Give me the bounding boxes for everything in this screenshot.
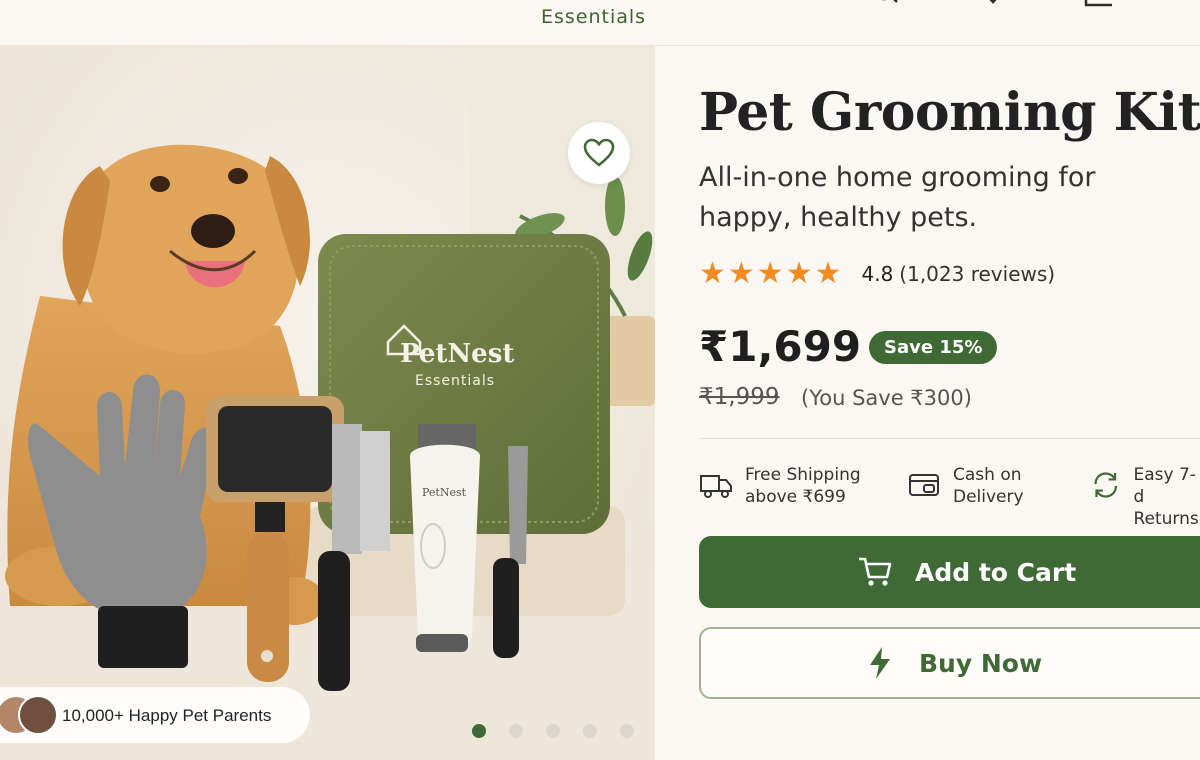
buy-now-label: Buy Now xyxy=(919,648,1043,678)
review-count[interactable]: (1,023 reviews) xyxy=(899,262,1055,286)
product-photo: PetNest Essentials PetNest xyxy=(0,46,655,760)
star-rating-icon: ★★★★★ xyxy=(699,257,844,290)
carousel-dot[interactable] xyxy=(620,724,634,738)
top-nav-bar: Essentials xyxy=(0,0,1200,46)
cart-icon xyxy=(859,557,892,586)
wishlist-button[interactable] xyxy=(568,122,630,184)
sale-price: ₹1,699 xyxy=(699,322,862,371)
social-proof-badge: 10,000+ Happy Pet Parents xyxy=(0,687,310,743)
kit-brand-label: PetNest xyxy=(400,339,514,369)
carousel-dots xyxy=(472,724,634,738)
cash-icon xyxy=(909,474,939,496)
truck-icon xyxy=(700,475,732,498)
carousel-dot[interactable] xyxy=(583,724,597,738)
bag-icon[interactable] xyxy=(1082,0,1112,10)
feature-easy-returns: Easy 7-d Returns xyxy=(1090,464,1200,530)
kit-sub-label: Essentials xyxy=(415,373,495,389)
social-proof-text: 10,000+ Happy Pet Parents xyxy=(62,706,272,725)
product-image-gallery[interactable]: PetNest Essentials PetNest 10,000+ Happy… xyxy=(0,46,655,760)
feature-line: Returns xyxy=(1133,509,1199,529)
original-price: ₹1,999 xyxy=(699,384,780,410)
feature-free-shipping: Free Shipping above ₹699 xyxy=(699,464,861,508)
product-title: Pet Grooming Kit xyxy=(699,82,1200,143)
feature-line: Cash on xyxy=(953,465,1022,485)
search-icon[interactable] xyxy=(872,0,902,10)
heart-icon xyxy=(583,138,615,167)
add-to-cart-label: Add to Cart xyxy=(915,557,1077,587)
trimmer-brand-label: PetNest xyxy=(422,486,467,499)
electric-trimmer: PetNest xyxy=(410,424,480,652)
carousel-dot[interactable] xyxy=(546,724,560,738)
buy-now-button[interactable]: Buy Now xyxy=(699,627,1200,699)
brand-tagline[interactable]: Essentials xyxy=(541,6,646,28)
feature-line: above ₹699 xyxy=(745,487,846,507)
carousel-dot[interactable] xyxy=(472,724,486,738)
rating-value: 4.8 xyxy=(861,261,894,286)
avatar xyxy=(18,695,58,735)
product-subtitle: All-in-one home grooming for happy, heal… xyxy=(699,162,1096,233)
lightning-icon xyxy=(870,647,890,679)
add-to-cart-button[interactable]: Add to Cart xyxy=(699,536,1200,608)
carousel-dot[interactable] xyxy=(509,724,523,738)
divider xyxy=(699,438,1200,439)
feature-line: Delivery xyxy=(953,487,1024,507)
discount-badge: Save 15% xyxy=(869,331,998,364)
return-icon xyxy=(1094,472,1118,498)
heart-icon[interactable] xyxy=(978,0,1008,10)
feature-cash-on-delivery: Cash on Delivery xyxy=(907,464,1024,508)
feature-line: Easy 7-d xyxy=(1133,465,1196,507)
rating-row[interactable]: ★★★★★ 4.8 (1,023 reviews) xyxy=(699,256,1055,291)
product-details-panel: Pet Grooming Kit All-in-one home groomin… xyxy=(655,46,1200,760)
savings-text: (You Save ₹300) xyxy=(801,386,972,410)
feature-line: Free Shipping xyxy=(745,465,861,485)
